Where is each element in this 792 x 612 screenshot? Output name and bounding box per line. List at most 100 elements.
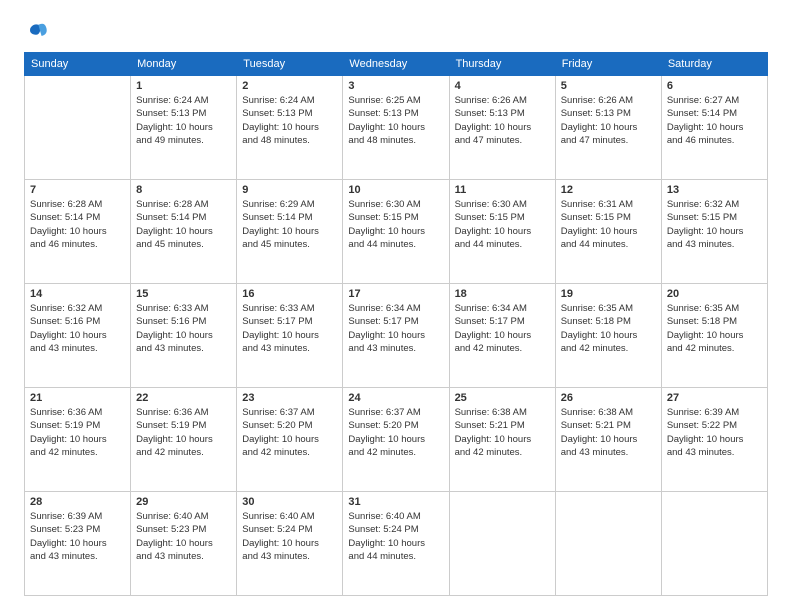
day-number: 27 xyxy=(667,392,762,404)
weekday-header-row: SundayMondayTuesdayWednesdayThursdayFrid… xyxy=(25,53,768,76)
weekday-header-thursday: Thursday xyxy=(449,53,555,76)
day-info: Sunrise: 6:37 AMSunset: 5:20 PMDaylight:… xyxy=(348,406,443,459)
day-number: 8 xyxy=(136,184,231,196)
day-info: Sunrise: 6:33 AMSunset: 5:17 PMDaylight:… xyxy=(242,302,337,355)
calendar-cell: 5 Sunrise: 6:26 AMSunset: 5:13 PMDaylight… xyxy=(555,76,661,180)
day-info: Sunrise: 6:34 AMSunset: 5:17 PMDaylight:… xyxy=(455,302,550,355)
calendar-cell: 23Sunrise: 6:37 AMSunset: 5:20 PMDayligh… xyxy=(237,388,343,492)
calendar-cell: 11 Sunrise: 6:30 AMSunset: 5:15 PMDayligh… xyxy=(449,180,555,284)
day-number: 5 xyxy=(561,80,656,92)
day-info: Sunrise: 6:34 AMSunset: 5:17 PMDaylight:… xyxy=(348,302,443,355)
calendar-cell: 2 Sunrise: 6:24 AMSunset: 5:13 PMDaylight… xyxy=(237,76,343,180)
day-number: 15 xyxy=(136,288,231,300)
day-number: 7 xyxy=(30,184,125,196)
calendar-cell: 10 Sunrise: 6:30 AMSunset: 5:15 PMDayligh… xyxy=(343,180,449,284)
weekday-header-wednesday: Wednesday xyxy=(343,53,449,76)
logo-icon xyxy=(24,20,48,44)
day-number: 26 xyxy=(561,392,656,404)
calendar-cell: 17 Sunrise: 6:34 AMSunset: 5:17 PMDayligh… xyxy=(343,284,449,388)
calendar-cell: 14 Sunrise: 6:32 AMSunset: 5:16 PMDayligh… xyxy=(25,284,131,388)
day-number: 14 xyxy=(30,288,125,300)
day-info: Sunrise: 6:39 AMSunset: 5:22 PMDaylight:… xyxy=(667,406,762,459)
day-number: 28 xyxy=(30,496,125,508)
day-number: 22 xyxy=(136,392,231,404)
calendar-cell: 26 Sunrise: 6:38 AMSunset: 5:21 PMDayligh… xyxy=(555,388,661,492)
calendar-cell xyxy=(555,492,661,596)
day-number: 31 xyxy=(348,496,443,508)
calendar-cell: 31 Sunrise: 6:40 AMSunset: 5:24 PMDayligh… xyxy=(343,492,449,596)
calendar-cell: 28 Sunrise: 6:39 AMSunset: 5:23 PMDayligh… xyxy=(25,492,131,596)
day-number: 25 xyxy=(455,392,550,404)
calendar-cell: 3 Sunrise: 6:25 AMSunset: 5:13 PMDaylight… xyxy=(343,76,449,180)
weekday-header-saturday: Saturday xyxy=(661,53,767,76)
calendar-cell xyxy=(661,492,767,596)
day-info: Sunrise: 6:24 AMSunset: 5:13 PMDaylight:… xyxy=(242,94,337,147)
weekday-header-tuesday: Tuesday xyxy=(237,53,343,76)
day-number: 24 xyxy=(348,392,443,404)
calendar-cell: 18 Sunrise: 6:34 AMSunset: 5:17 PMDayligh… xyxy=(449,284,555,388)
day-info: Sunrise: 6:28 AMSunset: 5:14 PMDaylight:… xyxy=(136,198,231,251)
day-number: 12 xyxy=(561,184,656,196)
day-number: 18 xyxy=(455,288,550,300)
day-info: Sunrise: 6:26 AMSunset: 5:13 PMDaylight:… xyxy=(561,94,656,147)
day-number: 10 xyxy=(348,184,443,196)
day-info: Sunrise: 6:38 AMSunset: 5:21 PMDaylight:… xyxy=(561,406,656,459)
day-number: 13 xyxy=(667,184,762,196)
calendar-cell: 24 Sunrise: 6:37 AMSunset: 5:20 PMDayligh… xyxy=(343,388,449,492)
day-number: 11 xyxy=(455,184,550,196)
day-number: 2 xyxy=(242,80,337,92)
day-number: 23 xyxy=(242,392,337,404)
day-info: Sunrise: 6:35 AMSunset: 5:18 PMDaylight:… xyxy=(667,302,762,355)
day-info: Sunrise: 6:26 AMSunset: 5:13 PMDaylight:… xyxy=(455,94,550,147)
day-info: Sunrise: 6:29 AMSunset: 5:14 PMDaylight:… xyxy=(242,198,337,251)
weekday-header-sunday: Sunday xyxy=(25,53,131,76)
day-number: 3 xyxy=(348,80,443,92)
day-info: Sunrise: 6:40 AMSunset: 5:24 PMDaylight:… xyxy=(242,510,337,563)
day-info: Sunrise: 6:31 AMSunset: 5:15 PMDaylight:… xyxy=(561,198,656,251)
day-number: 1 xyxy=(136,80,231,92)
calendar-cell xyxy=(449,492,555,596)
calendar-cell: 19 Sunrise: 6:35 AMSunset: 5:18 PMDayligh… xyxy=(555,284,661,388)
calendar-week-row: 1 Sunrise: 6:24 AMSunset: 5:13 PMDaylight… xyxy=(25,76,768,180)
logo xyxy=(24,20,52,44)
day-number: 29 xyxy=(136,496,231,508)
calendar-week-row: 21 Sunrise: 6:36 AMSunset: 5:19 PMDayligh… xyxy=(25,388,768,492)
calendar-cell: 22 Sunrise: 6:36 AMSunset: 5:19 PMDayligh… xyxy=(131,388,237,492)
day-number: 19 xyxy=(561,288,656,300)
calendar-cell xyxy=(25,76,131,180)
weekday-header-friday: Friday xyxy=(555,53,661,76)
day-number: 6 xyxy=(667,80,762,92)
day-info: Sunrise: 6:40 AMSunset: 5:23 PMDaylight:… xyxy=(136,510,231,563)
day-info: Sunrise: 6:28 AMSunset: 5:14 PMDaylight:… xyxy=(30,198,125,251)
day-info: Sunrise: 6:36 AMSunset: 5:19 PMDaylight:… xyxy=(30,406,125,459)
day-info: Sunrise: 6:35 AMSunset: 5:18 PMDaylight:… xyxy=(561,302,656,355)
day-number: 30 xyxy=(242,496,337,508)
day-info: Sunrise: 6:38 AMSunset: 5:21 PMDaylight:… xyxy=(455,406,550,459)
calendar-cell: 29 Sunrise: 6:40 AMSunset: 5:23 PMDayligh… xyxy=(131,492,237,596)
day-info: Sunrise: 6:32 AMSunset: 5:16 PMDaylight:… xyxy=(30,302,125,355)
calendar-cell: 12 Sunrise: 6:31 AMSunset: 5:15 PMDayligh… xyxy=(555,180,661,284)
day-info: Sunrise: 6:40 AMSunset: 5:24 PMDaylight:… xyxy=(348,510,443,563)
weekday-header-monday: Monday xyxy=(131,53,237,76)
day-info: Sunrise: 6:24 AMSunset: 5:13 PMDaylight:… xyxy=(136,94,231,147)
calendar-cell: 1 Sunrise: 6:24 AMSunset: 5:13 PMDaylight… xyxy=(131,76,237,180)
calendar-cell: 7 Sunrise: 6:28 AMSunset: 5:14 PMDaylight… xyxy=(25,180,131,284)
day-info: Sunrise: 6:27 AMSunset: 5:14 PMDaylight:… xyxy=(667,94,762,147)
calendar-cell: 9Sunrise: 6:29 AMSunset: 5:14 PMDaylight… xyxy=(237,180,343,284)
day-number: 20 xyxy=(667,288,762,300)
day-info: Sunrise: 6:30 AMSunset: 5:15 PMDaylight:… xyxy=(348,198,443,251)
day-info: Sunrise: 6:30 AMSunset: 5:15 PMDaylight:… xyxy=(455,198,550,251)
calendar-cell: 13Sunrise: 6:32 AMSunset: 5:15 PMDayligh… xyxy=(661,180,767,284)
day-number: 17 xyxy=(348,288,443,300)
calendar-cell: 8 Sunrise: 6:28 AMSunset: 5:14 PMDaylight… xyxy=(131,180,237,284)
page: SundayMondayTuesdayWednesdayThursdayFrid… xyxy=(0,0,792,612)
day-info: Sunrise: 6:25 AMSunset: 5:13 PMDaylight:… xyxy=(348,94,443,147)
calendar-cell: 6 Sunrise: 6:27 AMSunset: 5:14 PMDaylight… xyxy=(661,76,767,180)
calendar-week-row: 14 Sunrise: 6:32 AMSunset: 5:16 PMDayligh… xyxy=(25,284,768,388)
day-number: 16 xyxy=(242,288,337,300)
day-info: Sunrise: 6:39 AMSunset: 5:23 PMDaylight:… xyxy=(30,510,125,563)
day-number: 21 xyxy=(30,392,125,404)
day-info: Sunrise: 6:33 AMSunset: 5:16 PMDaylight:… xyxy=(136,302,231,355)
calendar-cell: 16 Sunrise: 6:33 AMSunset: 5:17 PMDayligh… xyxy=(237,284,343,388)
day-info: Sunrise: 6:36 AMSunset: 5:19 PMDaylight:… xyxy=(136,406,231,459)
